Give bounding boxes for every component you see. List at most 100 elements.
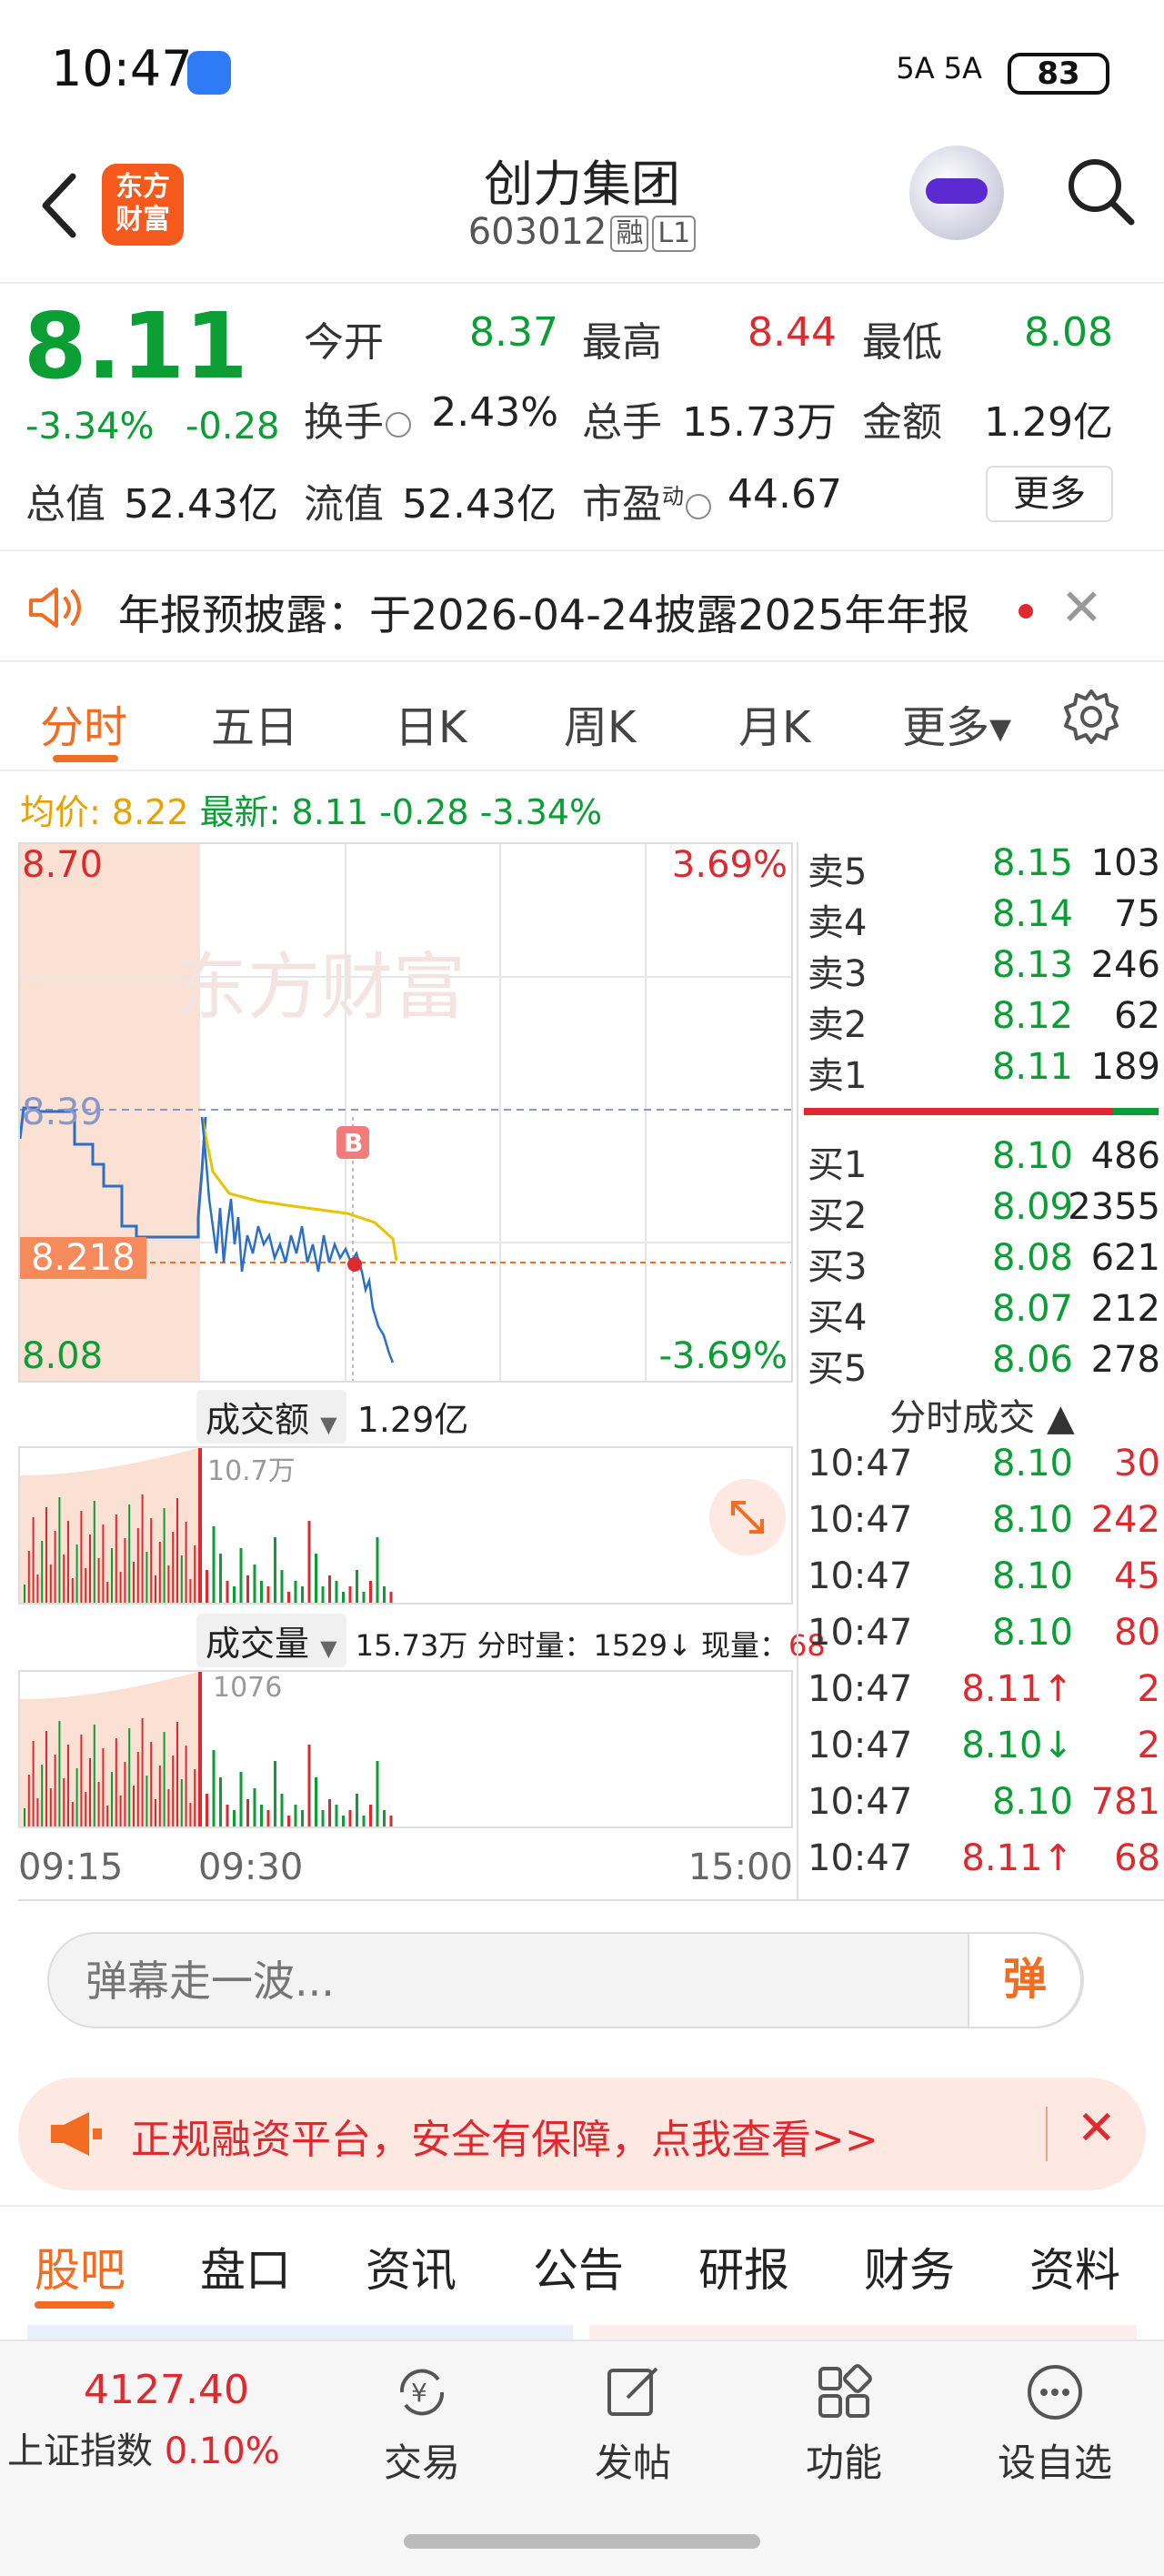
amount-peak-label: 10.7万 [207, 1455, 296, 1487]
tick-time: 10:47 [808, 1555, 913, 1597]
latest-change: -0.28 [379, 792, 469, 832]
danmu-button[interactable]: 弹 [968, 1932, 1082, 2028]
unread-dot [1018, 604, 1033, 619]
tick-row: 10:47 8.11↑ 2 [800, 1668, 1160, 1723]
pre-market-bar [111, 1548, 113, 1603]
pre-market-bar [189, 1803, 192, 1826]
level-volume: 212 [1090, 1288, 1160, 1330]
tick-time: 10:47 [808, 1668, 913, 1710]
pre-market-bar [133, 1562, 135, 1603]
histogram-bar [389, 1592, 393, 1603]
bid-row[interactable]: 买4 8.07 212 [800, 1288, 1160, 1339]
histogram-bar [356, 1570, 358, 1603]
avg-price-line: 均价: 8.22 最新: 8.11 -0.28 -3.34% [20, 784, 602, 834]
tick-volume: 45 [1114, 1555, 1160, 1597]
histogram-bar [253, 1788, 256, 1826]
ask-row[interactable]: 卖2 8.12 62 [800, 995, 1160, 1046]
close-icon[interactable]: ✕ [1077, 2101, 1117, 2156]
level-label: 买4 [808, 1297, 868, 1339]
level-tag[interactable]: L1 [652, 216, 697, 252]
tab-daily-k[interactable]: 日K [395, 691, 467, 755]
histogram-bar [294, 1581, 297, 1603]
pre-market-bar [97, 1558, 100, 1603]
more-dots-icon [1028, 2365, 1082, 2420]
pe-value: 44.67 [728, 471, 842, 518]
battery-icon: 83 [1008, 53, 1109, 95]
search-icon[interactable] [1064, 155, 1137, 227]
tab-profile[interactable]: 资料 [1029, 2234, 1120, 2299]
tab-order-detail[interactable]: 盘口 [200, 2234, 291, 2299]
volume-selector[interactable]: 成交量 ▼ [196, 1614, 346, 1667]
histogram-bar [260, 1581, 263, 1603]
ask-row[interactable]: 卖5 8.15 103 [800, 842, 1160, 893]
tab-financials[interactable]: 财务 [864, 2234, 955, 2299]
pe-label-text: 市盈 [582, 481, 662, 528]
intraday-price-chart[interactable]: 东方财富 B 8.70 8.39 8.218 8.08 3.69% -3.69% [18, 842, 793, 1383]
tab-forum[interactable]: 股吧 [35, 2234, 125, 2299]
pct-axis-bottom: -3.69% [658, 1335, 788, 1377]
float-value: 52.43亿 [402, 481, 557, 528]
ask-row[interactable]: 卖4 8.14 75 [800, 893, 1160, 944]
amount-total: 1.29亿 [356, 1400, 469, 1440]
ask-row[interactable]: 卖1 8.11 189 [800, 1046, 1160, 1097]
expand-icon[interactable] [709, 1479, 786, 1555]
histogram-bar [226, 1581, 229, 1603]
tab-intraday[interactable]: 分时 [40, 691, 127, 755]
histogram-bar [219, 1554, 222, 1603]
tab-more[interactable]: 更多▾ [902, 691, 1011, 755]
content-tabs: 股吧 盘口 资讯 公告 研报 财务 资料 [0, 2205, 1164, 2314]
histogram-bar [287, 1816, 290, 1826]
home-indicator[interactable] [404, 2534, 760, 2549]
gear-icon[interactable] [1062, 688, 1120, 746]
tab-research[interactable]: 研报 [698, 2234, 789, 2299]
bid-row[interactable]: 买1 8.10 486 [800, 1135, 1160, 1186]
tick-volume: 80 [1114, 1612, 1160, 1654]
bid-row[interactable]: 买3 8.08 621 [800, 1237, 1160, 1288]
histogram-bar [342, 1592, 345, 1603]
bid-row[interactable]: 买2 8.09 2355 [800, 1186, 1160, 1237]
pe-label[interactable]: 市盈动 [582, 471, 713, 529]
pre-market-bar [146, 1776, 148, 1826]
level-price: 8.14 [991, 893, 1073, 935]
bid-row[interactable]: 买5 8.06 278 [800, 1339, 1160, 1390]
nav-trade-label: 交易 [383, 2440, 460, 2485]
nav-post[interactable]: 发帖 [551, 2361, 715, 2488]
level-price: 8.07 [991, 1288, 1073, 1330]
notice-bar[interactable]: 年报预披露：于2026-04-24披露2025年年报 ✕ [0, 549, 1164, 662]
pre-market-bar [136, 1752, 139, 1826]
pre-market-bar [27, 1775, 30, 1826]
pre-market-bar [93, 1725, 95, 1826]
tab-weekly-k[interactable]: 周K [564, 691, 636, 755]
close-icon[interactable]: ✕ [1060, 579, 1103, 638]
tab-news[interactable]: 资讯 [366, 2234, 457, 2299]
pct-axis-top: 3.69% [671, 844, 788, 886]
pre-market-bar [180, 1779, 183, 1826]
nav-trade[interactable]: ¥ 交易 [340, 2361, 504, 2488]
pre-market-bar [141, 1718, 144, 1826]
turnover-label[interactable]: 换手 [304, 389, 413, 448]
tab-monthly-k[interactable]: 月K [738, 691, 810, 755]
amount-selector[interactable]: 成交额 ▼ [196, 1390, 346, 1444]
tick-price: 8.11↑ [961, 1837, 1073, 1879]
tab-announcements[interactable]: 公告 [533, 2234, 624, 2299]
level-label: 买2 [808, 1195, 868, 1237]
index-value[interactable]: 4127.40 [84, 2367, 249, 2413]
ad-banner[interactable]: 正规融资平台，安全有保障，点我查看>> ✕ [18, 2078, 1146, 2190]
level-price: 8.13 [991, 944, 1073, 986]
more-button[interactable]: 更多 [986, 466, 1113, 522]
pre-market-bar [36, 1575, 39, 1603]
histogram-bar [369, 1805, 372, 1826]
ask-row[interactable]: 卖3 8.13 246 [800, 944, 1160, 995]
high-label: 最高 [582, 319, 662, 366]
nav-functions[interactable]: 功能 [762, 2361, 926, 2488]
pre-market-bar [124, 1538, 126, 1603]
tab-five-day[interactable]: 五日 [211, 691, 298, 755]
pre-market-bar [115, 1514, 117, 1603]
pre-market-bar [150, 1518, 153, 1603]
time-start: 09:15 [18, 1846, 124, 1888]
danmu-input[interactable] [85, 1952, 904, 2010]
index-line[interactable]: 上证指数 0.10% [7, 2421, 280, 2474]
ticks-header[interactable]: 分时成交 ▲ [800, 1388, 1164, 1441]
nav-watchlist[interactable]: 设自选 [973, 2361, 1137, 2488]
pre-market-bar [155, 1799, 156, 1826]
